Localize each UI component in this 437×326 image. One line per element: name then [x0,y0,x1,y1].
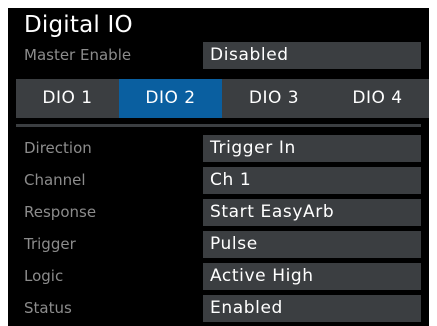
logic-label: Logic [24,267,64,285]
channel-field[interactable]: Ch 1 [203,167,421,194]
dio-tab-bar: DIO 1 DIO 2 DIO 3 DIO 4 [16,79,429,118]
tab-dio-3[interactable]: DIO 3 [222,79,326,118]
digital-io-screen: Digital IO Master Enable Disabled DIO 1 … [8,8,429,326]
tab-dio-4[interactable]: DIO 4 [326,79,429,118]
response-field[interactable]: Start EasyArb [203,199,421,226]
trigger-field[interactable]: Pulse [203,231,421,258]
status-field[interactable]: Enabled [203,295,421,322]
master-enable-field[interactable]: Disabled [203,42,421,69]
tab-dio-1[interactable]: DIO 1 [16,79,119,118]
response-label: Response [24,203,97,221]
status-label: Status [24,299,72,317]
tab-dio-2[interactable]: DIO 2 [119,79,222,118]
logic-field[interactable]: Active High [203,263,421,290]
direction-field[interactable]: Trigger In [203,135,421,162]
page-title: Digital IO [24,12,133,38]
trigger-label: Trigger [24,235,76,253]
channel-label: Channel [24,171,86,189]
master-enable-label: Master Enable [24,46,132,64]
section-divider [16,124,421,127]
direction-label: Direction [24,139,92,157]
